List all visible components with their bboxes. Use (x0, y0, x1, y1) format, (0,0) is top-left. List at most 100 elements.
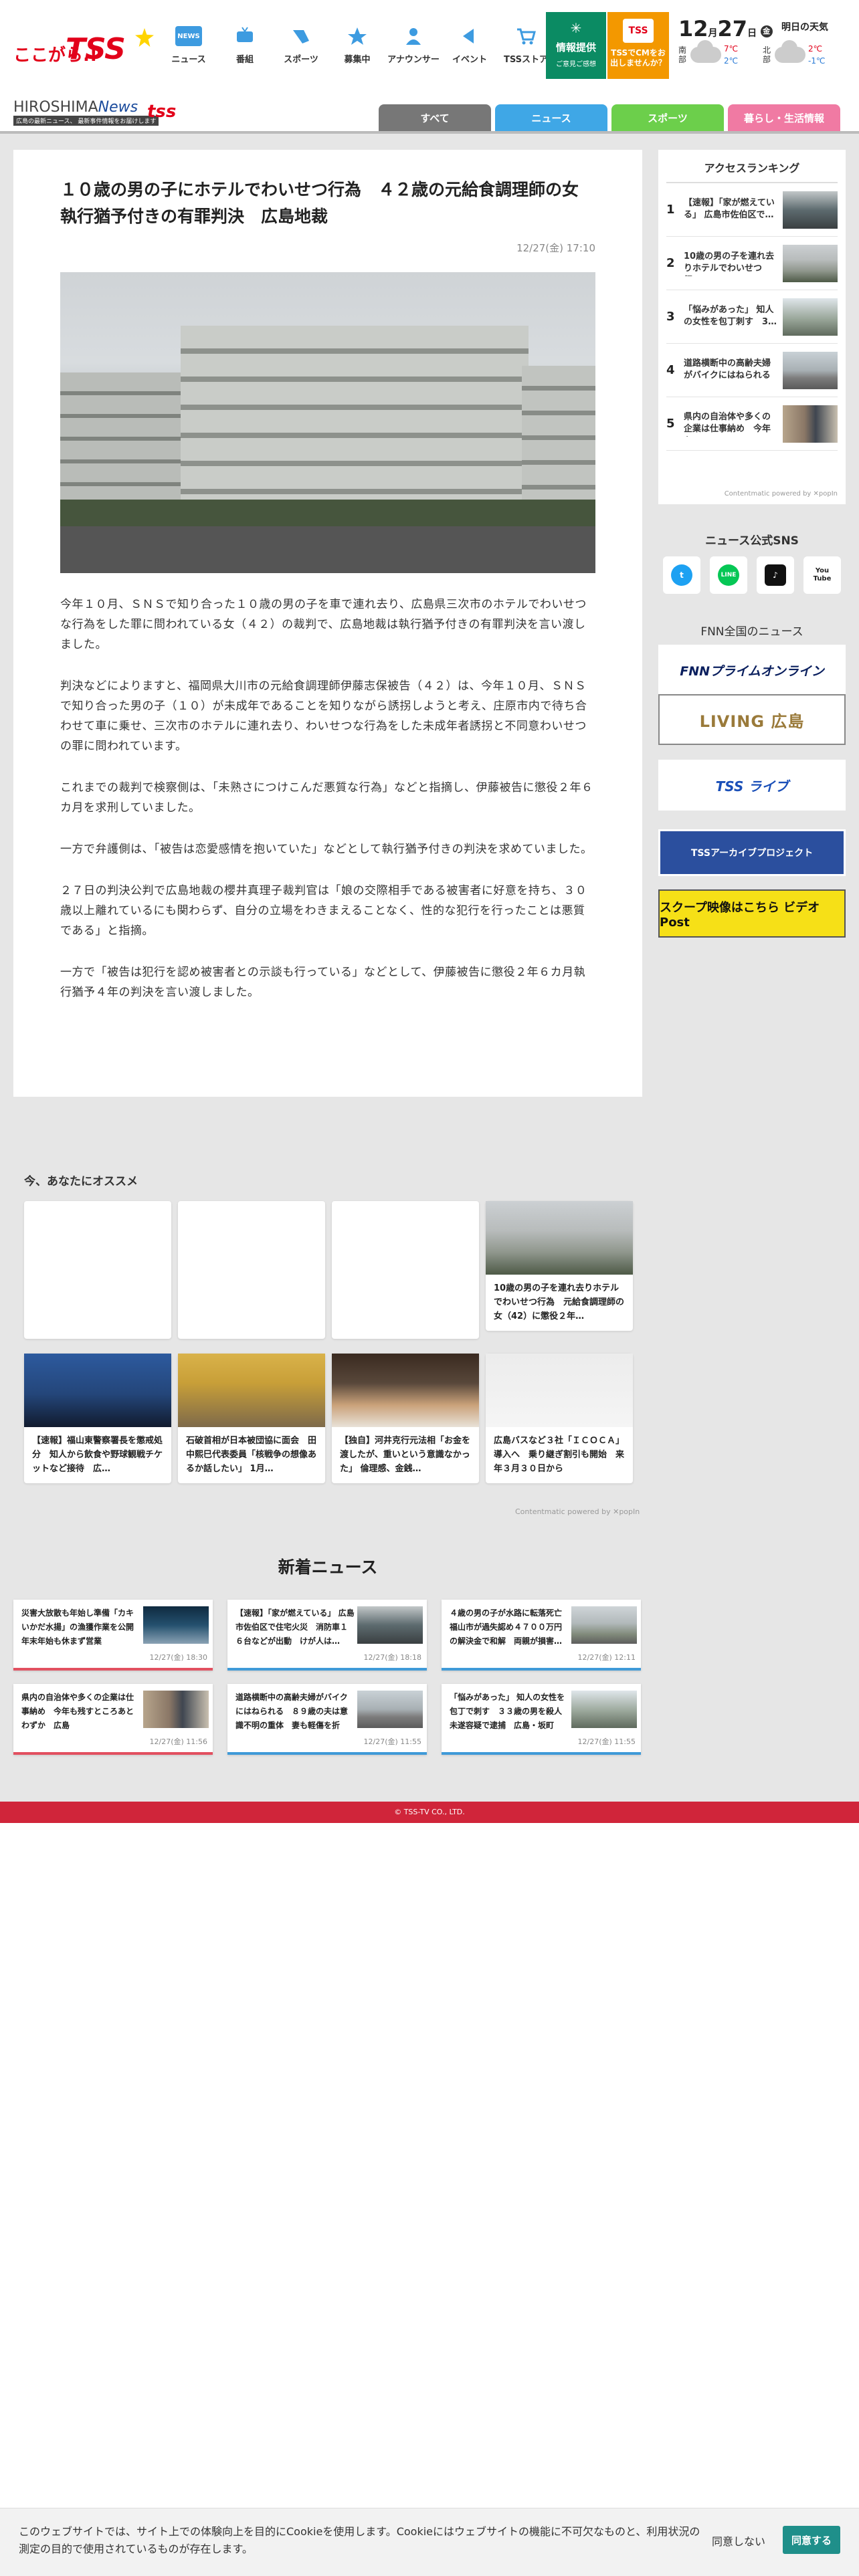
new-news-title: 新着ニュース (278, 1558, 378, 1577)
news-card-date: 12/27(金) 12:11 (577, 1653, 636, 1662)
news-card[interactable]: ４歳の男の子が水路に転落死亡 福山市が過失認め４７００万円の解決金で和解 両親が… (442, 1600, 641, 1671)
ranking-item[interactable]: 2 10歳の男の子を連れ去りホテルでわいせつ行… (666, 237, 838, 290)
card-thumbnail (178, 1354, 325, 1427)
temp-high: 7℃ (724, 44, 739, 53)
sns-twitter[interactable]: t (663, 556, 700, 594)
sns-tiktok[interactable]: ♪ (757, 556, 794, 594)
cookie-deny-button[interactable]: 同意しない (712, 2533, 765, 2549)
tss-live-banner[interactable]: TSS ライブ (658, 760, 846, 811)
weather-region: 北部 (763, 45, 771, 64)
recommend-card[interactable]: 10歳の男の子を連れ去りホテルでわいせつ行為 元給食調理師の女（42）に懲役２年… (486, 1201, 633, 1331)
news-card[interactable]: 災害大放散も年始し準備「カキいかだ水揚」の漁獲作業を公開 年末年始も休まず営業 … (13, 1600, 213, 1671)
date-day: 27 (717, 16, 748, 41)
article-paragraph: これまでの裁判で検察側は、「未熟さにつけこんだ悪質な行為」などと指摘し、伊藤被告… (60, 781, 593, 815)
recommend-card[interactable]: 石破首相が日本被団協に面会 田中熙巳代表委員「核戦争の想像あるか話したい」 1月… (178, 1354, 325, 1483)
card-title (24, 1201, 171, 1257)
news-card-thumbnail (571, 1691, 637, 1728)
news-card[interactable]: 【速報】「家が燃えている」 広島市佐伯区で住宅火災 消防車１６台などが出動 けが… (227, 1600, 427, 1671)
tomorrow-weather-label: 明日の天気 (781, 22, 828, 33)
recommend-card[interactable] (332, 1201, 479, 1339)
card-title (178, 1201, 325, 1257)
news-card[interactable]: 「悩みがあった」 知人の女性を包丁で刺す ３３歳の男を殺人未遂容疑で逮捕 広島・… (442, 1684, 641, 1755)
cloud-icon (690, 40, 721, 63)
sns-youtube[interactable]: You Tube (803, 556, 841, 594)
tab-all[interactable]: すべて (379, 104, 491, 131)
weather-south: 南部 7℃ 2℃ (678, 40, 739, 67)
rank-text: 県内の自治体や多くの企業は仕事納め 今年も… (684, 411, 771, 437)
rank-thumbnail (783, 191, 838, 229)
recommend-card[interactable] (24, 1201, 171, 1339)
news-icon: NEWS (175, 26, 202, 46)
rank-thumbnail (783, 405, 838, 443)
brand-1: HIROSHIMA (13, 99, 98, 116)
news-card-date: 12/27(金) 18:30 (149, 1653, 207, 1662)
date-weekday: 金 (760, 25, 773, 37)
tab-life[interactable]: 暮らし・生活情報 (728, 104, 840, 131)
card-title: 【速報】福山東警察署長を懲戒処分 知人から飲食や野球観戦チケットなど接待 広… (32, 1436, 163, 1474)
recommend-title: 今、あなたにオススメ (24, 1175, 138, 1188)
nav-news[interactable]: NEWS ニュース (161, 20, 217, 74)
ranking-item[interactable]: 5 県内の自治体や多くの企業は仕事納め 今年も… (666, 397, 838, 451)
tv-icon (237, 27, 253, 42)
news-card[interactable]: 道路横断中の高齢夫婦がバイクにはねられる ８９歳の夫は意識不明の重体 妻も軽傷を… (227, 1684, 427, 1755)
recommend-card[interactable]: 広島バスなど３社「ＩＣＯＣＡ」導入へ 乗り継ぎ割引も開始 来年３月３０日から (486, 1354, 633, 1483)
tiktok-icon: ♪ (765, 564, 786, 586)
article-image (60, 272, 595, 573)
video-post-banner[interactable]: スクープ映像はこちら ビデオPost (658, 889, 846, 938)
sports-icon (293, 30, 309, 43)
site-logo[interactable]: ここがら.! TSS (13, 27, 154, 66)
nav-announcer[interactable]: アナウンサー (385, 20, 442, 74)
rank-thumbnail (783, 244, 838, 282)
rank-number: 2 (666, 256, 675, 270)
card-thumbnail (486, 1354, 633, 1427)
news-card-title: 災害大放散も年始し準備「カキいかだ水揚」の漁獲作業を公開 年末年始も休まず営業 (21, 1608, 140, 1646)
ranking-item[interactable]: 3 「悩みがあった」 知人の女性を包丁刺す 3… (666, 290, 838, 344)
date-day-suffix: 日 (747, 28, 757, 39)
date-display: 12月27日 金 (678, 16, 773, 41)
nav-recruit[interactable]: 募集中 (329, 20, 385, 74)
nav-programs[interactable]: 番組 (217, 20, 273, 74)
brand-tagline: 広島の最新ニュース、 最新事件情報をお届けします (13, 116, 159, 126)
tab-news[interactable]: ニュース (495, 104, 607, 131)
card-title: 【独自】河井克行元法相「お金を渡したが、重いという意識なかった」 倫理感、金銭… (340, 1436, 471, 1474)
nav-label: スポーツ (284, 55, 318, 65)
rank-text: 【速報】「家が燃えている」 広島市佐伯区で… (684, 197, 775, 220)
card-title (332, 1201, 479, 1257)
cookie-agree-button[interactable]: 同意する (783, 2526, 840, 2554)
recommend-card[interactable]: 【独自】河井克行元法相「お金を渡したが、重いという意識なかった」 倫理感、金銭… (332, 1354, 479, 1483)
hiroshima-news-logo[interactable]: HIROSHIMANews 広島の最新ニュース、 最新事件情報をお届けします t… (13, 99, 176, 126)
recommend-card[interactable] (178, 1201, 325, 1339)
temp-high: 2℃ (808, 44, 823, 53)
article-date: 12/27(金) 17:10 (516, 242, 595, 254)
flag-icon (463, 29, 474, 43)
article-paragraph: 一方で「被告は犯行を認め被害者との示談も行っている」などとして、伊藤被告に懲役２… (60, 966, 586, 999)
ranking-item[interactable]: 1 【速報】「家が燃えている」 広島市佐伯区で… (666, 183, 838, 237)
recommend-card[interactable]: 【速報】福山東警察署長を懲戒処分 知人から飲食や野球観戦チケットなど接待 広… (24, 1354, 171, 1483)
article-paragraph: 判決などによりますと、福岡県大川市の元給食調理師伊藤志保被告（４２）は、今年１０… (60, 679, 587, 753)
fnn-prime-banner[interactable]: FNNプライムオンライン (658, 645, 846, 695)
news-card-thumbnail (357, 1691, 423, 1728)
archive-project-banner[interactable]: TSSアーカイブプロジェクト (658, 829, 846, 876)
twitter-icon: t (671, 564, 692, 586)
card-title: 10歳の男の子を連れ去りホテルでわいせつ行為 元給食調理師の女（42）に懲役２年… (494, 1283, 625, 1321)
tab-sports[interactable]: スポーツ (611, 104, 724, 131)
brand-tss: tss (147, 102, 177, 122)
nav-event[interactable]: イベント (442, 20, 498, 74)
cookie-banner: このウェブサイトでは、サイト上での体験向上を目的にCookieを使用します。Co… (0, 2508, 859, 2576)
ranking-title: アクセスランキング (666, 159, 838, 183)
nav-label: 番組 (235, 55, 254, 65)
card-title: 石破首相が日本被団協に面会 田中熙巳代表委員「核戦争の想像あるか話したい」 1月… (186, 1436, 317, 1474)
ranking-item[interactable]: 4 道路横断中の高齢夫婦がバイクにはねられる … (666, 344, 838, 397)
rank-text: 10歳の男の子を連れ去りホテルでわいせつ行… (684, 251, 775, 276)
sns-line[interactable]: LINE (710, 556, 747, 594)
info-submit-button[interactable]: ✳ 情報提供 ご意見ご感想 (546, 12, 606, 79)
nav-sports[interactable]: スポーツ (273, 20, 329, 74)
news-card-thumbnail (357, 1606, 423, 1644)
news-card[interactable]: 県内の自治体や多くの企業は仕事納め 今年も残すところあとわずか 広島 12/27… (13, 1684, 213, 1755)
cm-promo-banner[interactable]: TSS TSSでCMをお出しませんか？ (607, 12, 669, 79)
temp-low: -1℃ (808, 56, 826, 66)
news-card-title: 県内の自治体や多くの企業は仕事納め 今年も残すところあとわずか 広島 (21, 1693, 134, 1730)
promo-badge: TSS (623, 19, 654, 43)
living-banner[interactable]: LIVING 広島 (658, 694, 846, 745)
news-card-thumbnail (571, 1606, 637, 1644)
